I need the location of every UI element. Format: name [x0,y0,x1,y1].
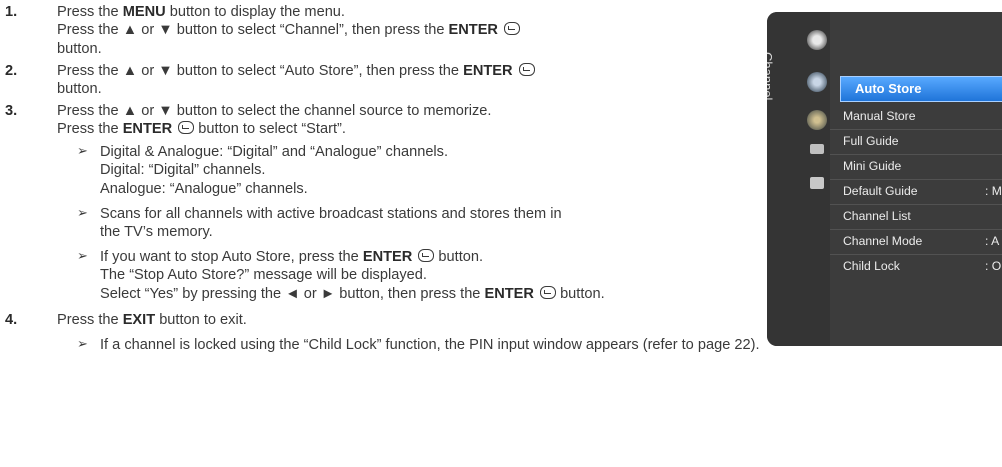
note-line: If a channel is locked using the “Child … [100,337,760,353]
menu-item[interactable]: Manual Store [830,105,1002,128]
step-number: 3. [5,103,18,119]
note-arrow-icon: ➢ [77,249,88,264]
note-line: Digital: “Digital” channels. [100,162,266,179]
enter-icon [418,249,435,262]
input-icon [810,144,824,154]
tv-channel-menu: Channel Auto Store Manual Store Full Gui… [767,12,1002,346]
step-line: button. [57,81,102,98]
setup-gear-icon [807,110,827,130]
step-line: Press the ▲ or ▼ button to select “Auto … [57,62,535,80]
enter-icon [518,63,535,76]
menu-item-selected[interactable]: Auto Store [840,76,1002,102]
note-line: Select “Yes” by pressing the ◄ or ► butt… [100,285,605,302]
enter-icon [504,22,521,36]
enter-icon [178,121,195,135]
note-line: The “Stop Auto Store?” message will be d… [100,267,427,284]
menu-sidebar: Channel [767,12,830,346]
step-line: Press the MENU button to display the men… [57,4,345,20]
step-number: 4. [5,312,18,328]
step-line: button. [57,40,102,57]
menu-item[interactable]: Default Guide: M [830,180,1002,203]
step-line: Press the EXIT button to exit. [57,312,247,328]
picture-icon [807,30,827,50]
menu-side-label: Channel [767,52,775,101]
enter-icon [540,285,557,299]
step-line: Press the ▲ or ▼ button to select the ch… [57,103,492,119]
application-icon [810,177,824,189]
menu-item[interactable]: Mini Guide [830,155,1002,178]
note-line: Digital & Analogue: “Digital” and “Analo… [100,144,449,160]
menu-divider [830,129,1002,130]
manual-page: 1. Press the MENU button to display the … [0,0,1002,467]
step-number: 1. [5,4,18,20]
menu-item[interactable]: Channel Mode: A [830,230,1002,253]
step-line: Press the ENTER button to select “Start”… [57,121,346,138]
menu-divider [830,204,1002,205]
note-line: Analogue: “Analogue” channels. [100,180,308,197]
note-line: Scans for all channels with active broad… [100,206,562,222]
step-line: Press the ▲ or ▼ button to select “Chann… [57,21,521,39]
channel-icon [807,72,827,92]
note-line: the TV’s memory. [100,224,213,241]
note-arrow-icon: ➢ [77,206,88,221]
note-line: If you want to stop Auto Store, press th… [100,249,484,265]
note-arrow-icon: ➢ [77,337,88,352]
menu-divider [830,254,1002,255]
menu-divider [830,229,1002,230]
step-number: 2. [5,63,18,79]
menu-item[interactable]: Full Guide [830,130,1002,153]
menu-item[interactable]: Channel List [830,205,1002,228]
note-arrow-icon: ➢ [77,144,88,159]
menu-item[interactable]: Child Lock: O [830,255,1002,278]
menu-divider [830,179,1002,180]
menu-divider [830,154,1002,155]
